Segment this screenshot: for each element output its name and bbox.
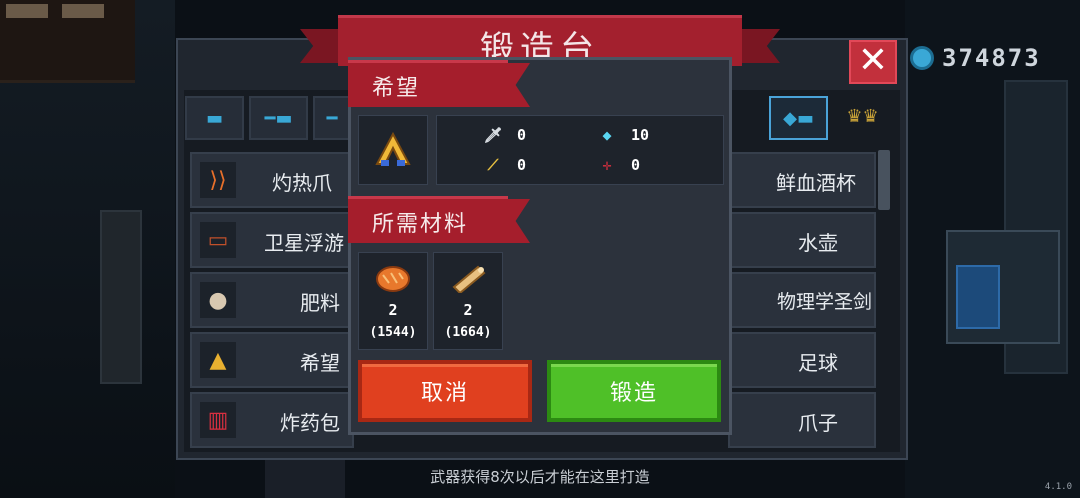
- material-card: 2 (1544): [358, 252, 428, 350]
- stat-attack: 🗡 0: [483, 126, 526, 144]
- list-item-label: 肥料: [300, 291, 340, 315]
- currency-display: 374873: [910, 44, 1041, 72]
- monitor: [956, 265, 1000, 329]
- tab-crown[interactable]: ♛♛: [835, 96, 890, 136]
- floor-tile: [265, 455, 345, 498]
- cancel-button[interactable]: 取消: [358, 360, 532, 422]
- background-room-right: [905, 0, 1080, 498]
- material-qty: 2: [388, 301, 398, 319]
- claw-icon: ⟩⟩: [200, 162, 236, 198]
- item-name: 希望: [372, 76, 421, 101]
- stat-energy: ◆ 10: [597, 126, 649, 144]
- shelf: [0, 0, 135, 83]
- list-item-label: 鲜血酒杯: [776, 171, 856, 195]
- fish-gun-icon: ◆▬: [783, 107, 814, 129]
- list-item-label: 爪子: [798, 411, 838, 435]
- item-preview: [358, 115, 428, 185]
- materials-banner: 所需材料: [348, 196, 508, 243]
- list-item[interactable]: 爪子: [728, 392, 876, 448]
- materials-header: 所需材料: [372, 212, 469, 237]
- stats-panel: 🗡 0 ◆ 10 ⟋ 0 ✛ 0: [436, 115, 724, 185]
- list-item[interactable]: ▭ 卫星浮游: [190, 212, 354, 268]
- stat-attack-value: 0: [517, 126, 527, 144]
- stat-accuracy: ✛ 0: [597, 156, 640, 174]
- fertilizer-bag-icon: ●: [200, 282, 236, 318]
- list-item[interactable]: ▲ 希望: [190, 332, 354, 388]
- bread-icon: [376, 266, 410, 292]
- satellite-icon: ▭: [200, 222, 236, 258]
- close-button[interactable]: ✕: [849, 40, 897, 84]
- stat-crit-value: 0: [517, 156, 527, 174]
- hope-icon: [375, 131, 411, 166]
- wall-pillar: [100, 210, 142, 384]
- tab-pistol[interactable]: ▬: [185, 96, 244, 140]
- list-item[interactable]: ⟩⟩ 灼热爪: [190, 152, 354, 208]
- material-qty: 2: [463, 301, 473, 319]
- material-card: 2 (1664): [433, 252, 503, 350]
- material-owned: (1664): [444, 325, 492, 340]
- tab-rifle[interactable]: ━▬: [249, 96, 308, 140]
- hope-icon: ▲: [200, 342, 236, 378]
- forge-button[interactable]: 锻造: [547, 360, 721, 422]
- list-item-label: 炸药包: [280, 411, 340, 435]
- list-item-label: 足球: [798, 351, 838, 375]
- list-item[interactable]: ▥ 炸药包: [190, 392, 354, 448]
- list-item-label: 物理学圣剑: [776, 291, 872, 313]
- crosshair-icon: ✛: [602, 156, 612, 174]
- forge-hint: 武器获得8次以后才能在这里打造: [430, 468, 650, 486]
- version-label: 4.1.0: [1044, 482, 1072, 492]
- crown-icon: ♛♛: [846, 105, 879, 127]
- list-item[interactable]: ● 肥料: [190, 272, 354, 328]
- list-item[interactable]: 足球: [728, 332, 876, 388]
- stat-energy-value: 10: [631, 126, 650, 144]
- pistol-icon: ▬: [205, 107, 223, 129]
- list-scrollbar[interactable]: [878, 150, 890, 210]
- list-item-label: 灼热爪: [272, 171, 332, 195]
- wood-log-icon: [452, 265, 486, 293]
- background-room-left: [0, 0, 175, 498]
- item-name-banner: 希望: [348, 60, 508, 107]
- list-item[interactable]: 鲜血酒杯: [728, 152, 876, 208]
- dynamite-icon: ▥: [200, 402, 236, 438]
- list-item[interactable]: 水壶: [728, 212, 876, 268]
- list-item-label: 卫星浮游: [264, 231, 344, 255]
- close-icon: ✕: [857, 40, 889, 81]
- list-item[interactable]: 物理学圣剑: [728, 272, 876, 328]
- tab-fish-gun[interactable]: ◆▬: [769, 96, 828, 140]
- energy-diamond-icon: ◆: [602, 126, 612, 144]
- sword-icon: 🗡: [483, 126, 503, 144]
- list-item-label: 水壶: [798, 231, 838, 255]
- material-owned: (1544): [369, 325, 417, 340]
- gem-icon: [910, 46, 934, 70]
- list-item-label: 希望: [300, 351, 340, 375]
- crit-blade-icon: ⟋: [487, 156, 499, 174]
- stat-accuracy-value: 0: [631, 156, 641, 174]
- tab-shotgun[interactable]: ━: [313, 96, 351, 140]
- stat-crit: ⟋ 0: [483, 156, 526, 174]
- currency-value: 374873: [942, 44, 1041, 72]
- rifle-icon: ━▬: [264, 107, 293, 129]
- shotgun-icon: ━: [326, 107, 338, 129]
